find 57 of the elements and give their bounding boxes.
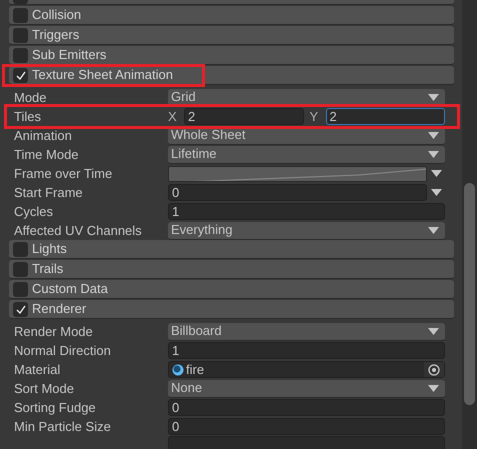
- dropdown[interactable]: Billboard: [168, 322, 445, 340]
- checkbox[interactable]: [13, 8, 28, 22]
- module-header[interactable]: Lights: [9, 240, 454, 259]
- number-field[interactable]: 0: [168, 399, 445, 416]
- property-label: Mode: [13, 88, 48, 107]
- target-icon[interactable]: [428, 364, 440, 376]
- axis-label: Y: [310, 108, 320, 126]
- dropdown-arrow-icon: [428, 94, 439, 100]
- dropdown-arrow-icon: [428, 132, 439, 138]
- number-field[interactable]: 1: [168, 203, 445, 220]
- checkbox[interactable]: [13, 262, 28, 276]
- number-field[interactable]: 1: [168, 342, 445, 359]
- property-label: Frame over Time: [13, 164, 114, 183]
- object-field[interactable]: fire: [168, 361, 445, 378]
- property-label: Affected UV Channels: [13, 222, 143, 240]
- module-header[interactable]: Collision: [9, 6, 454, 25]
- property-label: Min Particle Size: [13, 418, 112, 436]
- dropdown[interactable]: Lifetime: [168, 146, 445, 164]
- property-label: Sorting Fudge: [13, 398, 97, 417]
- property-label: Cycles: [13, 202, 54, 221]
- axis-label: X: [168, 108, 178, 126]
- dropdown-arrow-icon: [428, 328, 439, 334]
- number-field[interactable]: 0: [168, 184, 427, 201]
- property-label: Sort Mode: [13, 380, 75, 398]
- property-label: Time Mode: [13, 146, 80, 164]
- number-field[interactable]: 2: [326, 108, 445, 125]
- module-header[interactable]: Sub Emitters: [9, 46, 454, 65]
- checkbox[interactable]: [13, 302, 28, 316]
- dropdown-arrow-icon: [428, 150, 439, 158]
- checkbox[interactable]: [13, 282, 28, 296]
- dropdown[interactable]: None: [168, 380, 445, 398]
- property-label: Material: [13, 360, 62, 379]
- module-header[interactable]: Triggers: [9, 26, 454, 45]
- scrollbar-thumb[interactable]: [464, 183, 475, 405]
- checkmark-icon: [16, 70, 26, 80]
- property-label: Tiles: [13, 108, 42, 126]
- module-header[interactable]: Custom Data: [9, 280, 454, 299]
- property-label: Render Mode: [13, 322, 94, 341]
- dropdown-arrow-icon: [428, 226, 439, 234]
- dropdown[interactable]: Everything: [168, 222, 445, 240]
- checkbox[interactable]: [13, 28, 28, 42]
- checkmark-icon: [16, 304, 26, 314]
- property-label: Animation: [13, 126, 73, 145]
- number-field[interactable]: 2: [184, 108, 304, 125]
- curve-preview[interactable]: [168, 166, 427, 182]
- dropdown-arrow-icon: [430, 189, 442, 196]
- dropdown-arrow-icon: [430, 170, 442, 177]
- checkbox[interactable]: [13, 48, 28, 62]
- checkbox[interactable]: [13, 242, 28, 256]
- module-header[interactable]: Trails: [9, 260, 454, 279]
- property-label: Normal Direction: [13, 342, 112, 360]
- checkbox[interactable]: [13, 68, 28, 82]
- sphere-icon: [172, 364, 184, 376]
- module-header[interactable]: Renderer: [9, 300, 454, 319]
- number-field[interactable]: 0: [168, 418, 445, 435]
- property-label: Start Frame: [13, 184, 84, 202]
- dropdown-arrow-icon: [428, 384, 439, 392]
